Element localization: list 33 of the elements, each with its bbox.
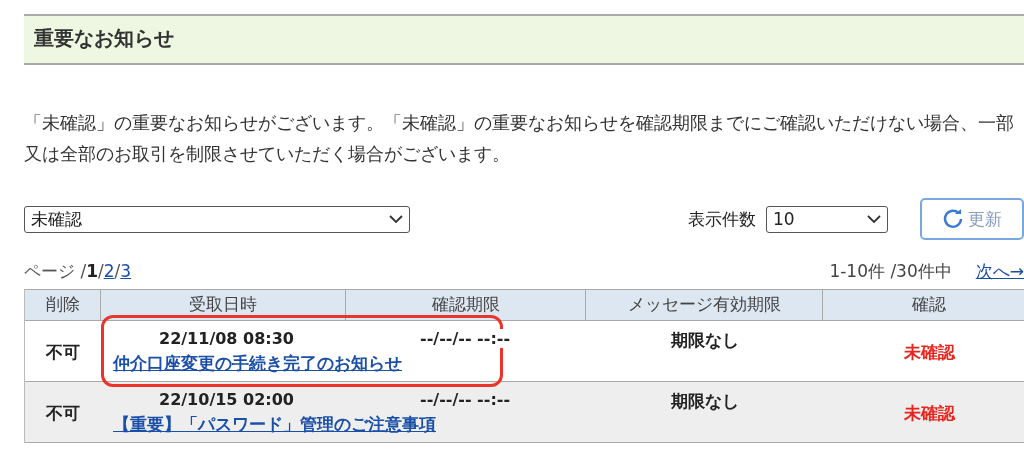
- page-link[interactable]: 2: [103, 261, 115, 281]
- per-page-label: 表示件数: [688, 207, 756, 231]
- result-count: 1-10件 /30件中: [829, 259, 952, 283]
- deadline-date: --/--/-- --:--: [418, 390, 513, 409]
- message-title-link[interactable]: 【重要】「パスワード」管理のご注意事項: [113, 413, 436, 436]
- page-label: ページ /: [24, 259, 87, 283]
- page-link[interactable]: 1: [86, 261, 98, 281]
- delete-cell-text: 不可: [45, 340, 81, 364]
- page-separator: /: [98, 261, 104, 281]
- status-cell-text: 未確認: [902, 340, 957, 364]
- column-header: 受取日時: [101, 290, 346, 320]
- refresh-icon: [942, 208, 964, 230]
- received-date: 22/11/08 08:30: [158, 329, 295, 348]
- chevron-down-icon: [389, 214, 403, 224]
- notice-text: 「未確認」の重要なお知らせがございます。「未確認」の重要なお知らせを確認期限までにご確認いただけない場合、一部又は全部のお取引を制限させていただく場合がございます。: [24, 111, 1015, 166]
- column-header: メッセージ有効期限: [586, 290, 823, 320]
- next-link[interactable]: 次へ→: [975, 259, 1024, 283]
- validity-cell-text: 期限なし: [669, 390, 740, 413]
- delete-cell-text: 不可: [45, 401, 81, 425]
- validity-cell-text: 期限なし: [669, 329, 740, 352]
- status-cell-text: 未確認: [902, 401, 957, 425]
- page-link[interactable]: 3: [120, 261, 132, 281]
- per-page-select[interactable]: 10: [766, 205, 888, 233]
- column-header: 確認期限: [346, 290, 586, 320]
- page-separator: /: [114, 261, 121, 281]
- section-title: 重要なお知らせ: [24, 14, 1024, 65]
- received-date: 22/10/15 02:00: [158, 390, 295, 409]
- status-filter-select[interactable]: 未確認: [24, 205, 410, 233]
- message-title-link[interactable]: 仲介口座変更の手続き完了のお知らせ: [113, 352, 402, 375]
- chevron-down-icon: [867, 214, 881, 224]
- deadline-date: --/--/-- --:--: [418, 329, 513, 348]
- column-header: 削除: [25, 290, 101, 320]
- column-header: 確認: [823, 290, 1024, 320]
